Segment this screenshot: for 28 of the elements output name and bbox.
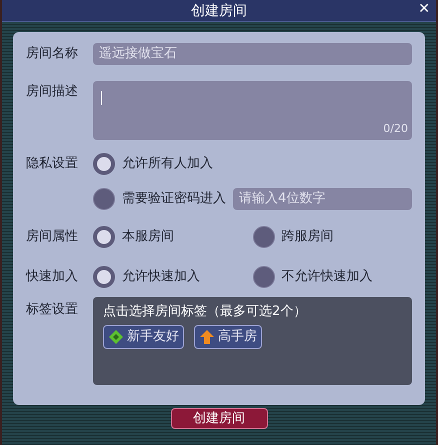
radio-label[interactable]: 不允许快速加入 xyxy=(282,267,372,287)
create-room-button[interactable]: 创建房间 xyxy=(170,408,268,429)
radio-label[interactable]: 跨服房间 xyxy=(282,227,334,247)
field-label: 隐私设置 xyxy=(26,155,79,173)
radio-label[interactable]: 本服房间 xyxy=(122,227,174,247)
radio-button[interactable] xyxy=(93,266,115,288)
radio-button[interactable] xyxy=(252,266,274,288)
diamond-icon xyxy=(108,328,124,344)
radio-label[interactable]: 允许快速加入 xyxy=(122,267,200,287)
field-label: 房间描述 xyxy=(26,83,79,101)
text-cursor xyxy=(101,91,102,105)
radio-button[interactable] xyxy=(252,226,274,248)
tag-hint: 点击选择房间标签（最多可选2个） xyxy=(103,303,308,321)
field-label: 标签设置 xyxy=(26,301,79,319)
tag-button[interactable]: 高手房 xyxy=(194,324,262,348)
radio-button[interactable] xyxy=(93,153,115,175)
field-label: 房间名称 xyxy=(26,45,79,64)
radio-button[interactable] xyxy=(93,188,115,210)
field-label: 快速加入 xyxy=(26,268,79,286)
character-counter: 0/20 xyxy=(383,120,408,136)
radio-label[interactable]: 允许所有人加入 xyxy=(122,154,213,174)
radio-button[interactable] xyxy=(93,226,115,248)
field-label: 房间属性 xyxy=(26,228,79,246)
tag-button[interactable]: 新手友好 xyxy=(103,324,184,348)
radio-label[interactable]: 需要验证密码进入 xyxy=(122,189,226,209)
close-button[interactable]: ✕ xyxy=(418,2,430,16)
up-arrow-icon xyxy=(199,328,215,344)
window-title: 创建房间 xyxy=(191,4,247,18)
